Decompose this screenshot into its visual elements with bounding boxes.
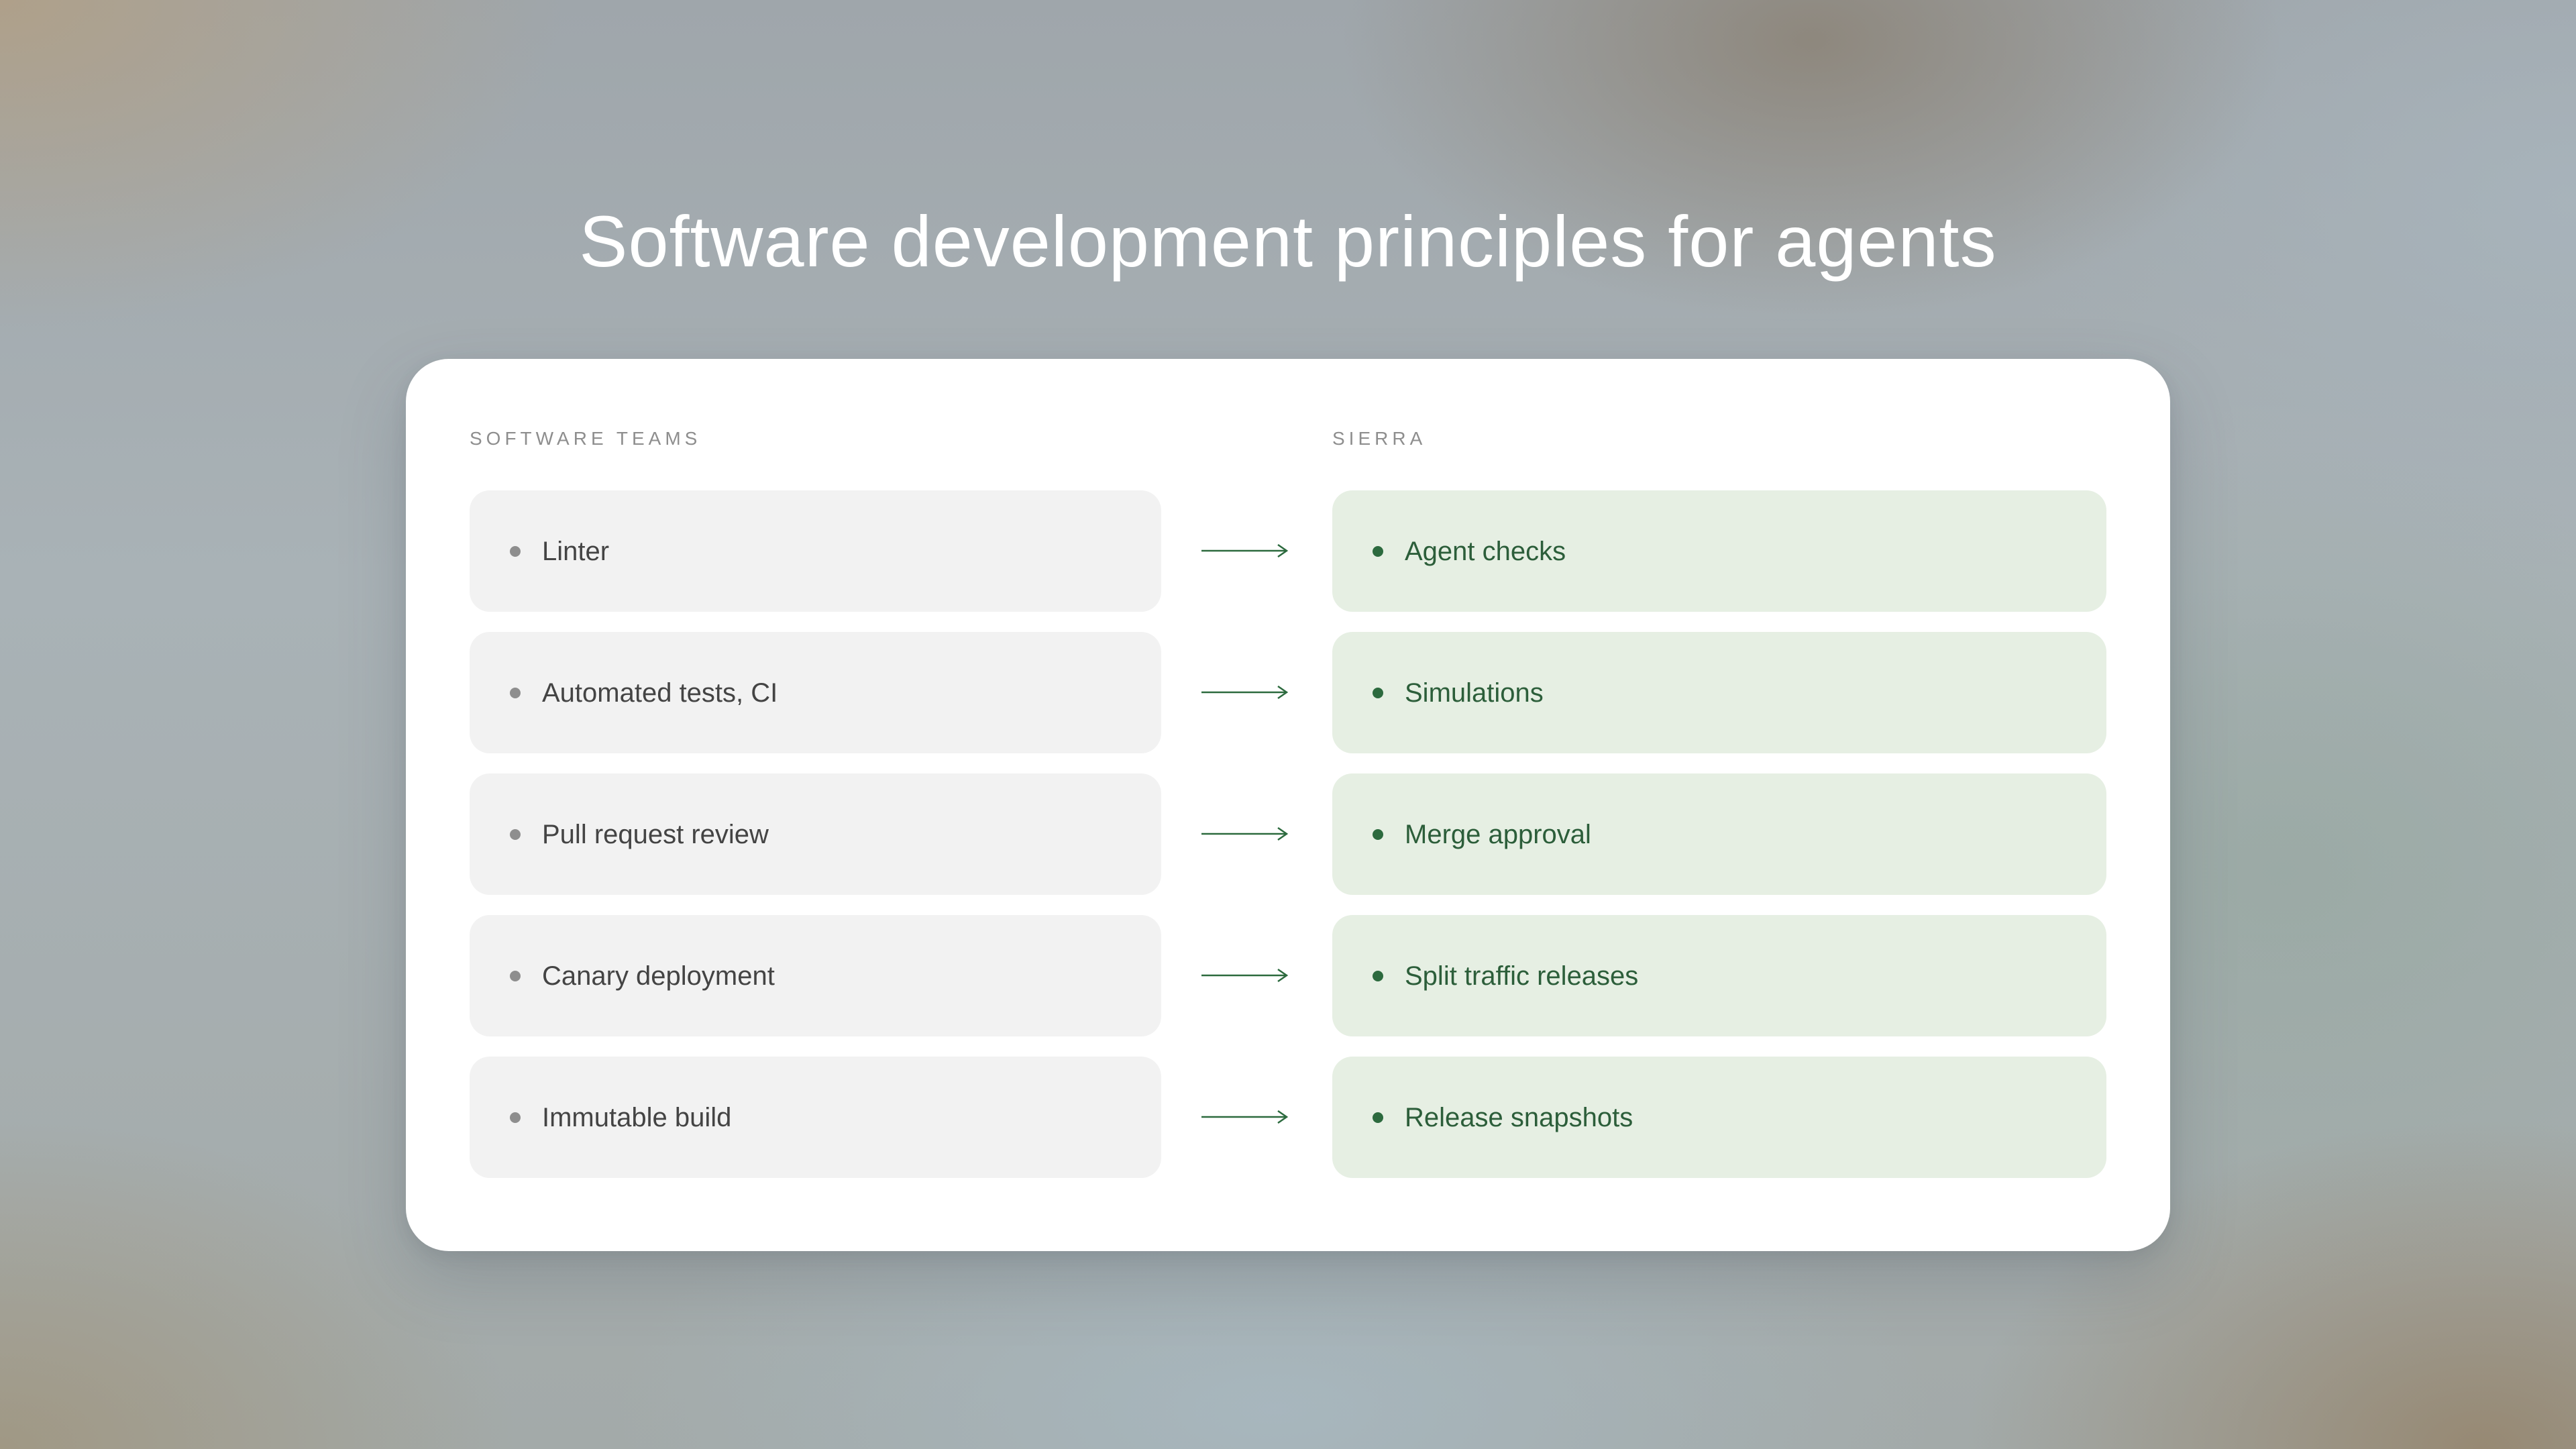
bullet-dot-icon bbox=[1373, 545, 1383, 557]
sierra-item: Release snapshots bbox=[1332, 1057, 2106, 1178]
sierra-item: Merge approval bbox=[1332, 773, 2106, 895]
bullet-dot-icon bbox=[1373, 1112, 1383, 1123]
bullet-dot-icon bbox=[510, 970, 521, 981]
item-label: Agent checks bbox=[1405, 536, 1566, 566]
comparison-rows: Linter Agent checks Automated tests, CI bbox=[470, 490, 2106, 1178]
arrow-right-icon bbox=[1201, 1110, 1289, 1124]
bullet-dot-icon bbox=[510, 687, 521, 698]
slide-background: Software development principles for agen… bbox=[0, 0, 2576, 1449]
bullet-dot-icon bbox=[1373, 828, 1383, 840]
item-label: Pull request review bbox=[542, 819, 769, 849]
software-teams-item: Canary deployment bbox=[470, 915, 1161, 1036]
software-teams-item: Immutable build bbox=[470, 1057, 1161, 1178]
sierra-item: Split traffic releases bbox=[1332, 915, 2106, 1036]
item-label: Release snapshots bbox=[1405, 1102, 1633, 1132]
column-header-sierra: SIERRA bbox=[1332, 428, 1427, 449]
comparison-row: Immutable build Release snapshots bbox=[470, 1057, 2106, 1178]
item-label: Split traffic releases bbox=[1405, 961, 1639, 991]
item-label: Simulations bbox=[1405, 678, 1544, 708]
comparison-row: Automated tests, CI Simulations bbox=[470, 632, 2106, 753]
bullet-dot-icon bbox=[510, 828, 521, 840]
item-label: Merge approval bbox=[1405, 819, 1591, 849]
item-label: Automated tests, CI bbox=[542, 678, 778, 708]
arrow-right-icon bbox=[1201, 685, 1289, 700]
bullet-dot-icon bbox=[1373, 970, 1383, 981]
bullet-dot-icon bbox=[510, 545, 521, 557]
arrow-right-icon bbox=[1201, 968, 1289, 983]
bullet-dot-icon bbox=[510, 1112, 521, 1123]
comparison-row: Linter Agent checks bbox=[470, 490, 2106, 612]
sierra-item: Agent checks bbox=[1332, 490, 2106, 612]
page-title: Software development principles for agen… bbox=[579, 201, 1997, 282]
bullet-dot-icon bbox=[1373, 687, 1383, 698]
item-label: Immutable build bbox=[542, 1102, 732, 1132]
arrow-right-icon bbox=[1201, 826, 1289, 841]
software-teams-item: Pull request review bbox=[470, 773, 1161, 895]
comparison-card: SOFTWARE TEAMS SIERRA Linter Agent check… bbox=[406, 359, 2170, 1251]
column-header-software-teams: SOFTWARE TEAMS bbox=[470, 428, 702, 449]
sierra-item: Simulations bbox=[1332, 632, 2106, 753]
comparison-row: Canary deployment Split traffic releases bbox=[470, 915, 2106, 1036]
arrow-right-icon bbox=[1201, 543, 1289, 558]
comparison-row: Pull request review Merge approval bbox=[470, 773, 2106, 895]
software-teams-item: Linter bbox=[470, 490, 1161, 612]
item-label: Canary deployment bbox=[542, 961, 775, 991]
software-teams-item: Automated tests, CI bbox=[470, 632, 1161, 753]
item-label: Linter bbox=[542, 536, 610, 566]
